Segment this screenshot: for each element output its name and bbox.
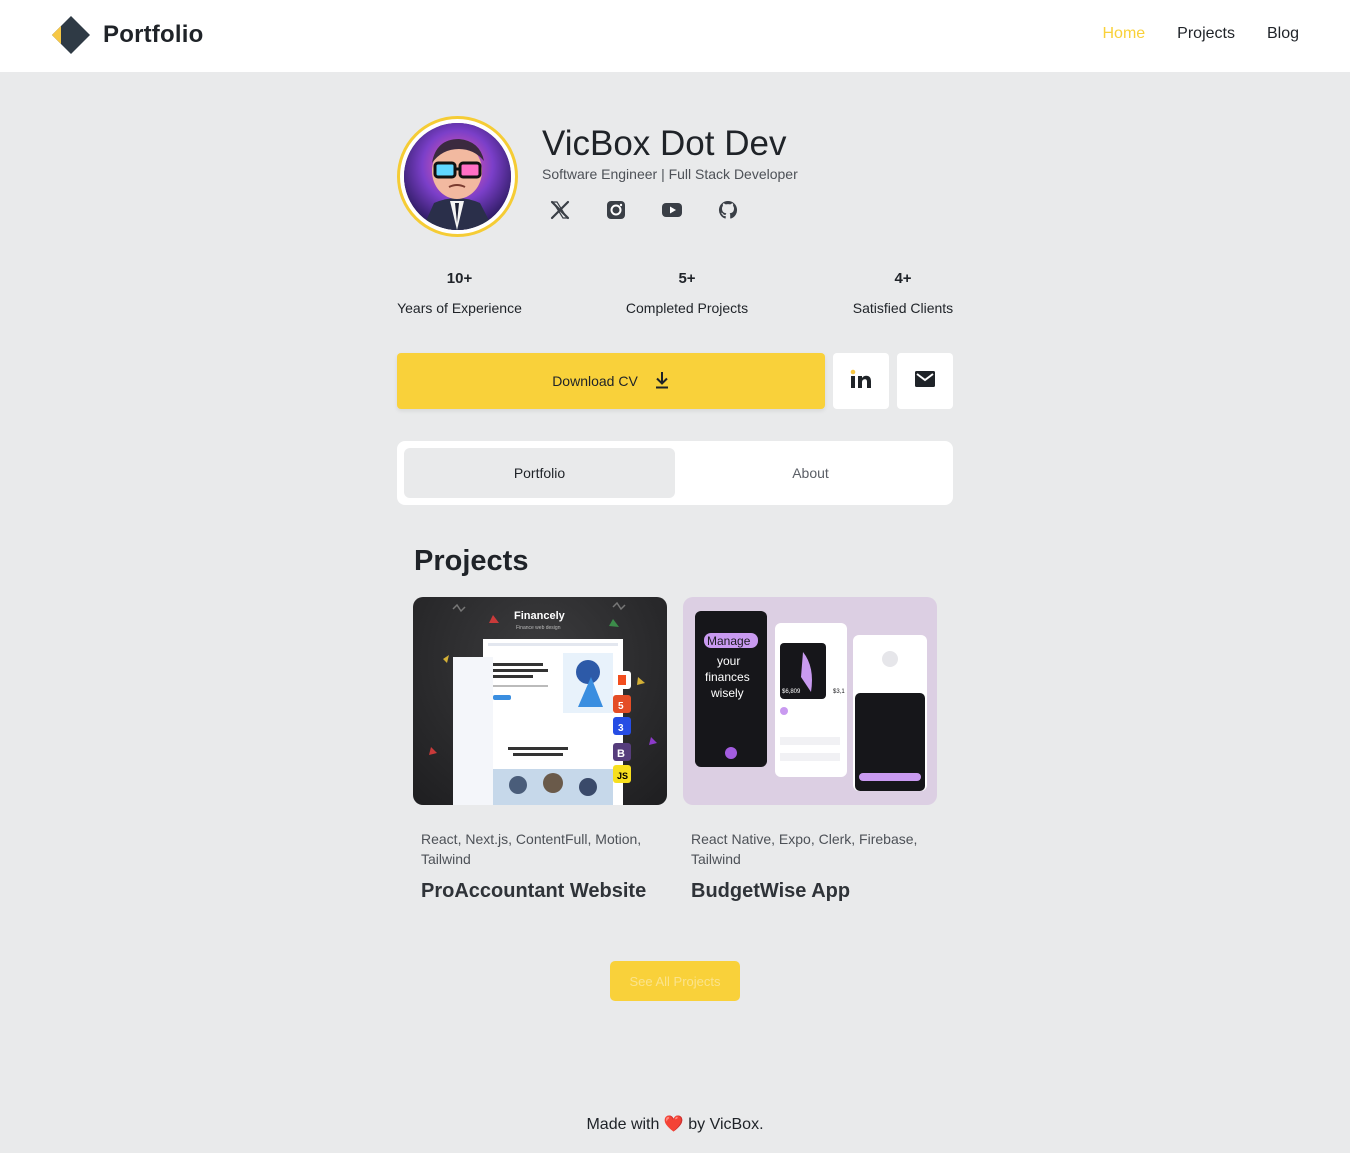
linkedin-button[interactable] [833,353,889,409]
project-tech-stack: React Native, Expo, Clerk, Firebase, Tai… [691,831,918,867]
instagram-icon[interactable] [604,198,628,222]
stat-clients: 4+ Satisfied Clients [848,270,958,316]
nav-home[interactable]: Home [1102,25,1145,43]
brand-logo[interactable]: Portfolio [52,16,203,54]
download-icon [654,371,670,392]
nav-projects[interactable]: Projects [1177,25,1235,43]
brand-name: Portfolio [103,21,204,48]
avatar-image [404,123,511,230]
project-thumbnail[interactable]: JS B 3 5 Financely Finance web design [413,597,667,805]
svg-text:your: your [717,654,740,668]
linkedin-icon [850,369,872,394]
svg-text:5: 5 [618,701,624,712]
top-header: Portfolio Home Projects Blog [0,0,1350,72]
svg-text:JS: JS [617,771,628,781]
footer-text-before: Made with [586,1116,660,1133]
project-title[interactable]: BudgetWise App [691,880,929,903]
svg-text:$6,809: $6,809 [782,689,801,695]
nav-blog[interactable]: Blog [1267,25,1299,43]
avatar [397,116,518,237]
stat-projects: 5+ Completed Projects [617,270,757,316]
stat-experience: 10+ Years of Experience [397,270,522,316]
github-icon[interactable] [716,198,740,222]
email-button[interactable] [897,353,953,409]
project-card-proaccountant[interactable]: JS B 3 5 Financely Finance web design Re… [413,597,667,903]
svg-text:wisely: wisely [710,686,744,700]
section-tabs: Portfolio About [397,441,953,505]
svg-text:Finance web design: Finance web design [516,625,561,631]
stat-value: 10+ [446,270,473,287]
x-icon[interactable] [548,198,572,222]
mail-icon [914,370,936,393]
social-links [548,198,740,222]
footer-text-after: by VicBox. [688,1116,764,1133]
footer: Made with ❤️ by VicBox. [0,1114,1350,1134]
tab-about[interactable]: About [675,448,946,498]
download-cv-button[interactable]: Download CV [397,353,825,409]
project-card-budgetwise[interactable]: Manage your finances wisely $6,809 $3,1 … [683,597,937,903]
svg-text:B: B [617,748,625,760]
stat-label: Completed Projects [625,300,749,316]
profile-name: VicBox Dot Dev [542,124,787,163]
stat-value: 4+ [894,270,912,287]
svg-text:Financely: Financely [514,610,566,622]
heart-icon: ❤️ [663,1116,684,1133]
stat-label: Satisfied Clients [852,300,954,316]
diamond-logo-icon [52,16,90,54]
youtube-icon[interactable] [660,198,684,222]
download-cv-label: Download CV [552,373,638,389]
projects-heading: Projects [414,545,529,577]
svg-text:Manage: Manage [707,634,751,648]
profile-role: Software Engineer | Full Stack Developer [542,166,798,182]
stat-value: 5+ [678,270,696,287]
svg-text:3: 3 [618,723,624,734]
project-title[interactable]: ProAccountant Website [421,880,659,903]
main-nav: Home Projects Blog [1102,25,1299,43]
project-tech-stack: React, Next.js, ContentFull, Motion, Tai… [421,831,642,867]
svg-text:finances: finances [705,670,750,684]
see-all-projects-button[interactable]: See All Projects [610,961,740,1001]
stat-label: Years of Experience [397,300,522,316]
tab-portfolio[interactable]: Portfolio [404,448,675,498]
project-thumbnail[interactable]: Manage your finances wisely $6,809 $3,1 [683,597,937,805]
svg-text:$3,1: $3,1 [833,689,845,695]
